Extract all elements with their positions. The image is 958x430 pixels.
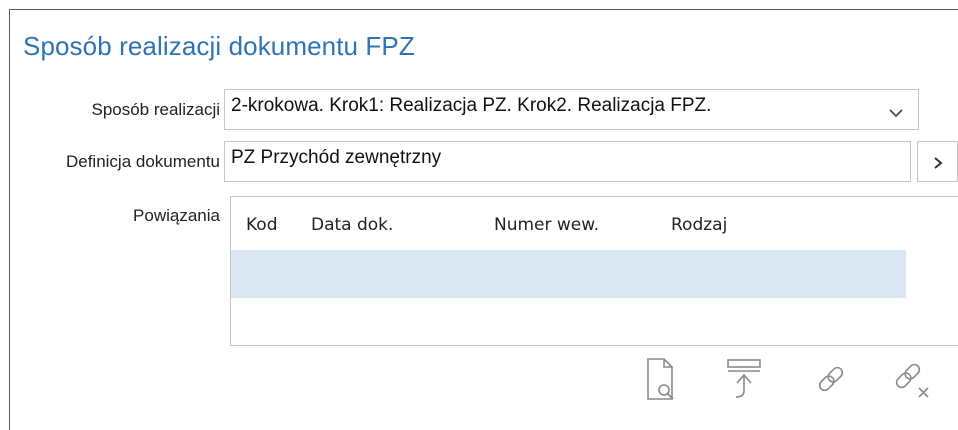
column-header-numer-wew[interactable]: Numer wew. [494, 215, 599, 235]
column-header-rodzaj[interactable]: Rodzaj [671, 215, 727, 235]
grid-empty-selected-row[interactable] [231, 250, 906, 298]
column-header-kod[interactable]: Kod [246, 215, 278, 235]
preview-document-icon[interactable] [638, 355, 684, 403]
sposob-realizacji-value: 2-krokowa. Krok1: Realizacja PZ. Krok2. … [231, 95, 712, 116]
chevron-right-icon [932, 155, 944, 176]
definicja-dokumentu-field[interactable]: PZ Przychód zewnętrzny [224, 141, 911, 182]
upload-icon[interactable] [723, 355, 769, 403]
sposob-realizacji-label: Sposób realizacji [91, 100, 220, 119]
powiazania-label: Powiązania [133, 206, 220, 225]
chevron-down-icon[interactable] [888, 103, 904, 125]
column-header-data-dok[interactable]: Data dok. [311, 215, 393, 235]
powiazania-grid[interactable]: Kod Data dok. Numer wew. Rodzaj [230, 196, 958, 346]
sposob-realizacji-combobox[interactable]: 2-krokowa. Krok1: Realizacja PZ. Krok2. … [224, 89, 919, 130]
section-title: Sposób realizacji dokumentu FPZ [23, 31, 415, 61]
link-icon[interactable] [808, 355, 854, 403]
open-definition-button[interactable] [917, 141, 958, 182]
unlink-icon[interactable] [888, 355, 934, 403]
definicja-dokumentu-value: PZ Przychód zewnętrzny [231, 147, 442, 168]
definicja-dokumentu-label: Definicja dokumentu [65, 152, 220, 171]
